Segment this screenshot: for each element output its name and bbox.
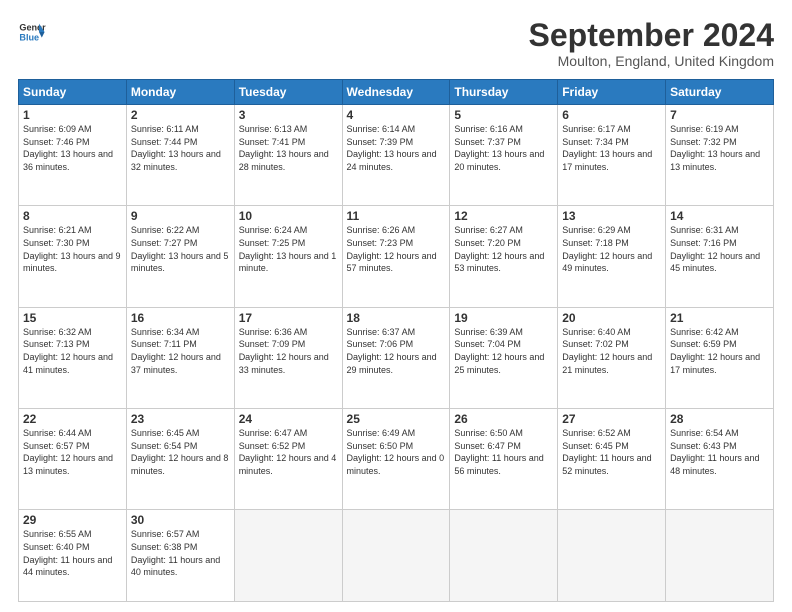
- list-item: 24 Sunrise: 6:47 AMSunset: 6:52 PMDaylig…: [234, 409, 342, 510]
- calendar-table: Sunday Monday Tuesday Wednesday Thursday…: [18, 79, 774, 602]
- logo-icon: General Blue: [18, 18, 46, 46]
- col-monday: Monday: [126, 80, 234, 105]
- list-item: 10 Sunrise: 6:24 AMSunset: 7:25 PMDaylig…: [234, 206, 342, 307]
- table-row: 1 Sunrise: 6:09 AMSunset: 7:46 PMDayligh…: [19, 105, 774, 206]
- list-item: 19 Sunrise: 6:39 AMSunset: 7:04 PMDaylig…: [450, 307, 558, 408]
- month-title: September 2024: [529, 18, 774, 53]
- title-block: September 2024 Moulton, England, United …: [529, 18, 774, 69]
- list-item: 30 Sunrise: 6:57 AMSunset: 6:38 PMDaylig…: [126, 510, 234, 602]
- list-item: 4 Sunrise: 6:14 AMSunset: 7:39 PMDayligh…: [342, 105, 450, 206]
- svg-text:Blue: Blue: [19, 32, 39, 42]
- list-item: 1 Sunrise: 6:09 AMSunset: 7:46 PMDayligh…: [19, 105, 127, 206]
- list-item: [558, 510, 666, 602]
- list-item: 16 Sunrise: 6:34 AMSunset: 7:11 PMDaylig…: [126, 307, 234, 408]
- location: Moulton, England, United Kingdom: [529, 53, 774, 69]
- list-item: 26 Sunrise: 6:50 AMSunset: 6:47 PMDaylig…: [450, 409, 558, 510]
- list-item: [666, 510, 774, 602]
- list-item: 6 Sunrise: 6:17 AMSunset: 7:34 PMDayligh…: [558, 105, 666, 206]
- list-item: [450, 510, 558, 602]
- table-row: 15 Sunrise: 6:32 AMSunset: 7:13 PMDaylig…: [19, 307, 774, 408]
- list-item: 21 Sunrise: 6:42 AMSunset: 6:59 PMDaylig…: [666, 307, 774, 408]
- col-thursday: Thursday: [450, 80, 558, 105]
- col-friday: Friday: [558, 80, 666, 105]
- list-item: 15 Sunrise: 6:32 AMSunset: 7:13 PMDaylig…: [19, 307, 127, 408]
- list-item: 27 Sunrise: 6:52 AMSunset: 6:45 PMDaylig…: [558, 409, 666, 510]
- list-item: 17 Sunrise: 6:36 AMSunset: 7:09 PMDaylig…: [234, 307, 342, 408]
- table-row: 29 Sunrise: 6:55 AMSunset: 6:40 PMDaylig…: [19, 510, 774, 602]
- list-item: 23 Sunrise: 6:45 AMSunset: 6:54 PMDaylig…: [126, 409, 234, 510]
- list-item: 3 Sunrise: 6:13 AMSunset: 7:41 PMDayligh…: [234, 105, 342, 206]
- table-row: 8 Sunrise: 6:21 AMSunset: 7:30 PMDayligh…: [19, 206, 774, 307]
- list-item: 25 Sunrise: 6:49 AMSunset: 6:50 PMDaylig…: [342, 409, 450, 510]
- list-item: 28 Sunrise: 6:54 AMSunset: 6:43 PMDaylig…: [666, 409, 774, 510]
- list-item: 18 Sunrise: 6:37 AMSunset: 7:06 PMDaylig…: [342, 307, 450, 408]
- table-row: 22 Sunrise: 6:44 AMSunset: 6:57 PMDaylig…: [19, 409, 774, 510]
- list-item: 2 Sunrise: 6:11 AMSunset: 7:44 PMDayligh…: [126, 105, 234, 206]
- col-sunday: Sunday: [19, 80, 127, 105]
- list-item: 14 Sunrise: 6:31 AMSunset: 7:16 PMDaylig…: [666, 206, 774, 307]
- list-item: [234, 510, 342, 602]
- list-item: 12 Sunrise: 6:27 AMSunset: 7:20 PMDaylig…: [450, 206, 558, 307]
- logo: General Blue: [18, 18, 46, 46]
- list-item: 22 Sunrise: 6:44 AMSunset: 6:57 PMDaylig…: [19, 409, 127, 510]
- calendar-header-row: Sunday Monday Tuesday Wednesday Thursday…: [19, 80, 774, 105]
- list-item: 29 Sunrise: 6:55 AMSunset: 6:40 PMDaylig…: [19, 510, 127, 602]
- list-item: 9 Sunrise: 6:22 AMSunset: 7:27 PMDayligh…: [126, 206, 234, 307]
- col-tuesday: Tuesday: [234, 80, 342, 105]
- col-wednesday: Wednesday: [342, 80, 450, 105]
- list-item: 8 Sunrise: 6:21 AMSunset: 7:30 PMDayligh…: [19, 206, 127, 307]
- list-item: 7 Sunrise: 6:19 AMSunset: 7:32 PMDayligh…: [666, 105, 774, 206]
- list-item: 5 Sunrise: 6:16 AMSunset: 7:37 PMDayligh…: [450, 105, 558, 206]
- page-header: General Blue September 2024 Moulton, Eng…: [18, 18, 774, 69]
- list-item: 13 Sunrise: 6:29 AMSunset: 7:18 PMDaylig…: [558, 206, 666, 307]
- list-item: 11 Sunrise: 6:26 AMSunset: 7:23 PMDaylig…: [342, 206, 450, 307]
- col-saturday: Saturday: [666, 80, 774, 105]
- list-item: 20 Sunrise: 6:40 AMSunset: 7:02 PMDaylig…: [558, 307, 666, 408]
- list-item: [342, 510, 450, 602]
